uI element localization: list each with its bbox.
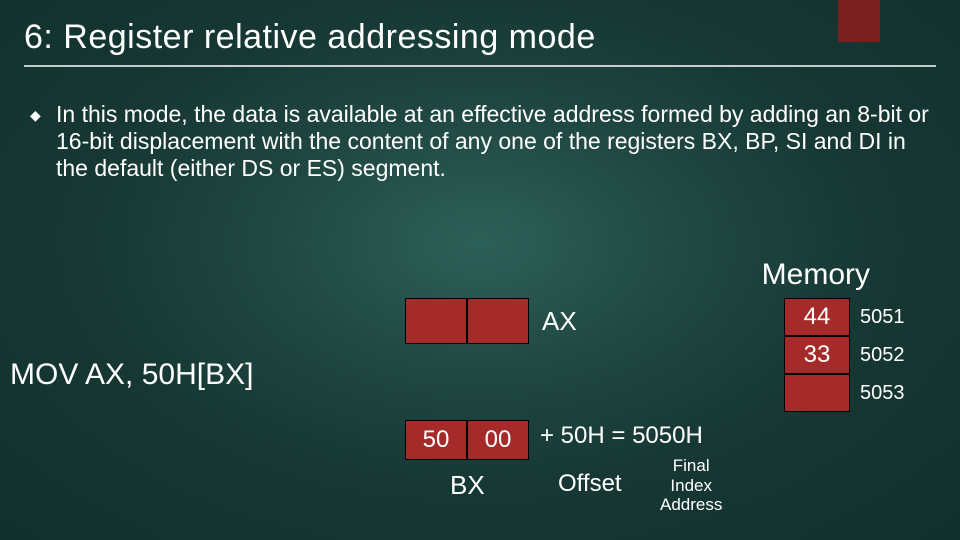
memory-row: 44 5051 xyxy=(784,298,910,336)
bx-hi-cell: 50 xyxy=(405,420,467,460)
ax-label: AX xyxy=(542,306,577,337)
memory-cell: 44 xyxy=(784,298,850,336)
memory-table: 44 5051 33 5052 5053 xyxy=(784,298,910,412)
memory-row: 33 5052 xyxy=(784,336,910,374)
memory-cell: 33 xyxy=(784,336,850,374)
bx-register: 50 00 xyxy=(405,420,529,460)
calc-expression: + 50H = 5050H xyxy=(540,422,703,450)
ax-lo-cell xyxy=(467,298,529,344)
accent-tab xyxy=(838,0,880,42)
memory-addr: 5052 xyxy=(850,344,910,367)
final-l2: Index xyxy=(670,476,712,495)
bx-label: BX xyxy=(450,470,485,501)
slide-title: 6: Register relative addressing mode xyxy=(24,18,936,57)
memory-row: 5053 xyxy=(784,374,910,412)
title-underline xyxy=(24,65,936,67)
memory-addr: 5053 xyxy=(850,382,910,405)
instruction-text: MOV AX, 50H[BX] xyxy=(10,358,253,392)
ax-hi-cell xyxy=(405,298,467,344)
memory-heading: Memory xyxy=(762,258,870,292)
bx-lo-cell: 00 xyxy=(467,420,529,460)
final-l1: Final xyxy=(673,456,710,475)
memory-cell xyxy=(784,374,850,412)
ax-register xyxy=(405,298,529,344)
offset-label: Offset xyxy=(558,470,622,498)
memory-addr: 5051 xyxy=(850,306,910,329)
bullet-icon: ◆ xyxy=(30,107,41,124)
final-l3: Address xyxy=(660,495,722,514)
final-address-label: Final Index Address xyxy=(660,456,722,515)
body-paragraph: ◆ In this mode, the data is available at… xyxy=(0,77,960,182)
body-text: In this mode, the data is available at a… xyxy=(56,101,929,181)
title-block: 6: Register relative addressing mode xyxy=(0,0,960,77)
